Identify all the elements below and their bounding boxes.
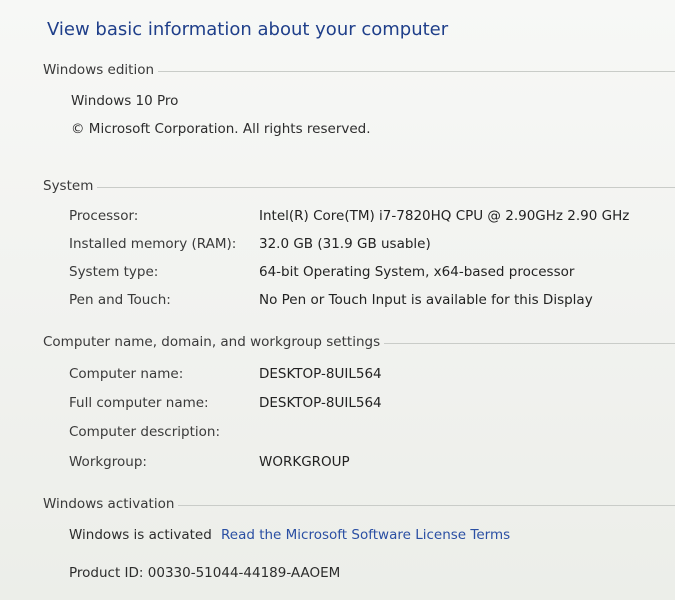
section-header-computer-name: Computer name, domain, and workgroup set… [43,334,381,350]
section-windows-edition: Windows edition [43,60,675,80]
section-header-windows-activation: Windows activation [43,496,175,512]
section-windows-activation: Windows activation [43,494,675,514]
page-title: View basic information about your comput… [47,19,449,40]
copyright-text: © Microsoft Corporation. All rights rese… [71,121,371,137]
windows-edition-value: Windows 10 Pro [71,93,179,109]
full-computer-name-label: Full computer name: [69,395,209,411]
section-divider [384,343,675,344]
computer-name-label: Computer name: [69,366,184,382]
system-type-value: 64-bit Operating System, x64-based proce… [259,264,575,280]
workgroup-label: Workgroup: [69,454,147,470]
section-header-windows-edition: Windows edition [43,62,155,78]
section-divider [158,71,675,72]
installed-memory-value: 32.0 GB (31.9 GB usable) [259,236,431,252]
section-divider [97,187,675,188]
full-computer-name-value: DESKTOP-8UIL564 [259,395,382,411]
section-divider [178,505,675,506]
section-header-system: System [43,178,94,194]
system-type-label: System type: [69,264,159,280]
activation-status: Windows is activated [69,527,212,543]
computer-description-label: Computer description: [69,424,221,440]
pen-touch-label: Pen and Touch: [69,292,171,308]
license-terms-link[interactable]: Read the Microsoft Software License Term… [221,527,510,543]
section-system: System [43,176,675,196]
product-id: Product ID: 00330-51044-44189-AAOEM [69,565,341,581]
installed-memory-label: Installed memory (RAM): [69,236,237,252]
workgroup-value: WORKGROUP [259,454,350,470]
system-properties-page: View basic information about your comput… [0,0,675,600]
computer-name-value: DESKTOP-8UIL564 [259,366,382,382]
processor-value: Intel(R) Core(TM) i7-7820HQ CPU @ 2.90GH… [259,208,630,224]
section-computer-name: Computer name, domain, and workgroup set… [43,332,675,352]
processor-label: Processor: [69,208,139,224]
pen-touch-value: No Pen or Touch Input is available for t… [259,292,593,308]
